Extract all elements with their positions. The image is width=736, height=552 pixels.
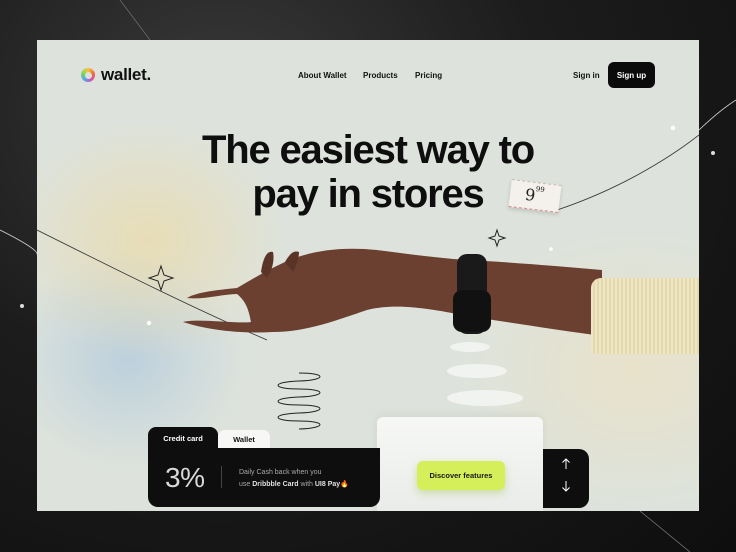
cashback-panel: 3% Daily Cash back when you use Dribbble… xyxy=(148,448,380,507)
price-main: 9 xyxy=(523,184,537,205)
dribbble-card-label: Dribbble Card xyxy=(252,481,299,488)
nav-about-wallet[interactable]: About Wallet xyxy=(298,71,347,80)
logo-ring-icon xyxy=(81,68,95,82)
arrow-up-icon[interactable] xyxy=(558,458,574,474)
cashback-line-1: Daily Cash back when you xyxy=(239,469,322,476)
headline-line-1: The easiest way to xyxy=(202,128,535,172)
sparkle-icon xyxy=(147,264,175,292)
landing-page-frame: wallet. About Wallet Products Pricing Si… xyxy=(37,40,699,511)
fire-icon: 🔥 xyxy=(340,481,349,488)
hero-headline: The easiest way to pay in stores xyxy=(37,128,699,216)
headline-line-2: pay in stores xyxy=(252,172,484,216)
cashback-text: with xyxy=(298,481,315,488)
pager-panel xyxy=(543,449,589,508)
cashback-line-2: use Dribbble Card with UI8 Pay🔥 xyxy=(239,479,349,491)
ui8-pay-label: UI8 Pay xyxy=(314,481,341,488)
brand-name: wallet. xyxy=(101,65,151,84)
nav-pricing[interactable]: Pricing xyxy=(415,71,442,80)
sign-in-link[interactable]: Sign in xyxy=(573,71,600,80)
brand-logo[interactable]: wallet. xyxy=(81,65,151,85)
sparkle-icon xyxy=(487,228,507,248)
price-cents: 99 xyxy=(535,185,546,195)
sign-up-button[interactable]: Sign up xyxy=(608,62,655,88)
hero-illustration xyxy=(37,125,699,430)
nav-products[interactable]: Products xyxy=(363,71,398,80)
cashback-percent: 3% xyxy=(165,462,205,493)
cashback-description: Daily Cash back when you use Dribbble Ca… xyxy=(239,467,349,491)
arrow-down-icon[interactable] xyxy=(558,480,574,496)
divider xyxy=(221,466,222,488)
price-tag: 9 99 xyxy=(508,179,562,213)
sweater-sleeve xyxy=(591,278,699,354)
discover-features-button[interactable]: Discover features xyxy=(417,461,505,490)
cashback-text: use xyxy=(239,481,253,488)
tab-credit-card[interactable]: Credit card xyxy=(148,427,218,449)
tab-wallet[interactable]: Wallet xyxy=(218,430,270,449)
